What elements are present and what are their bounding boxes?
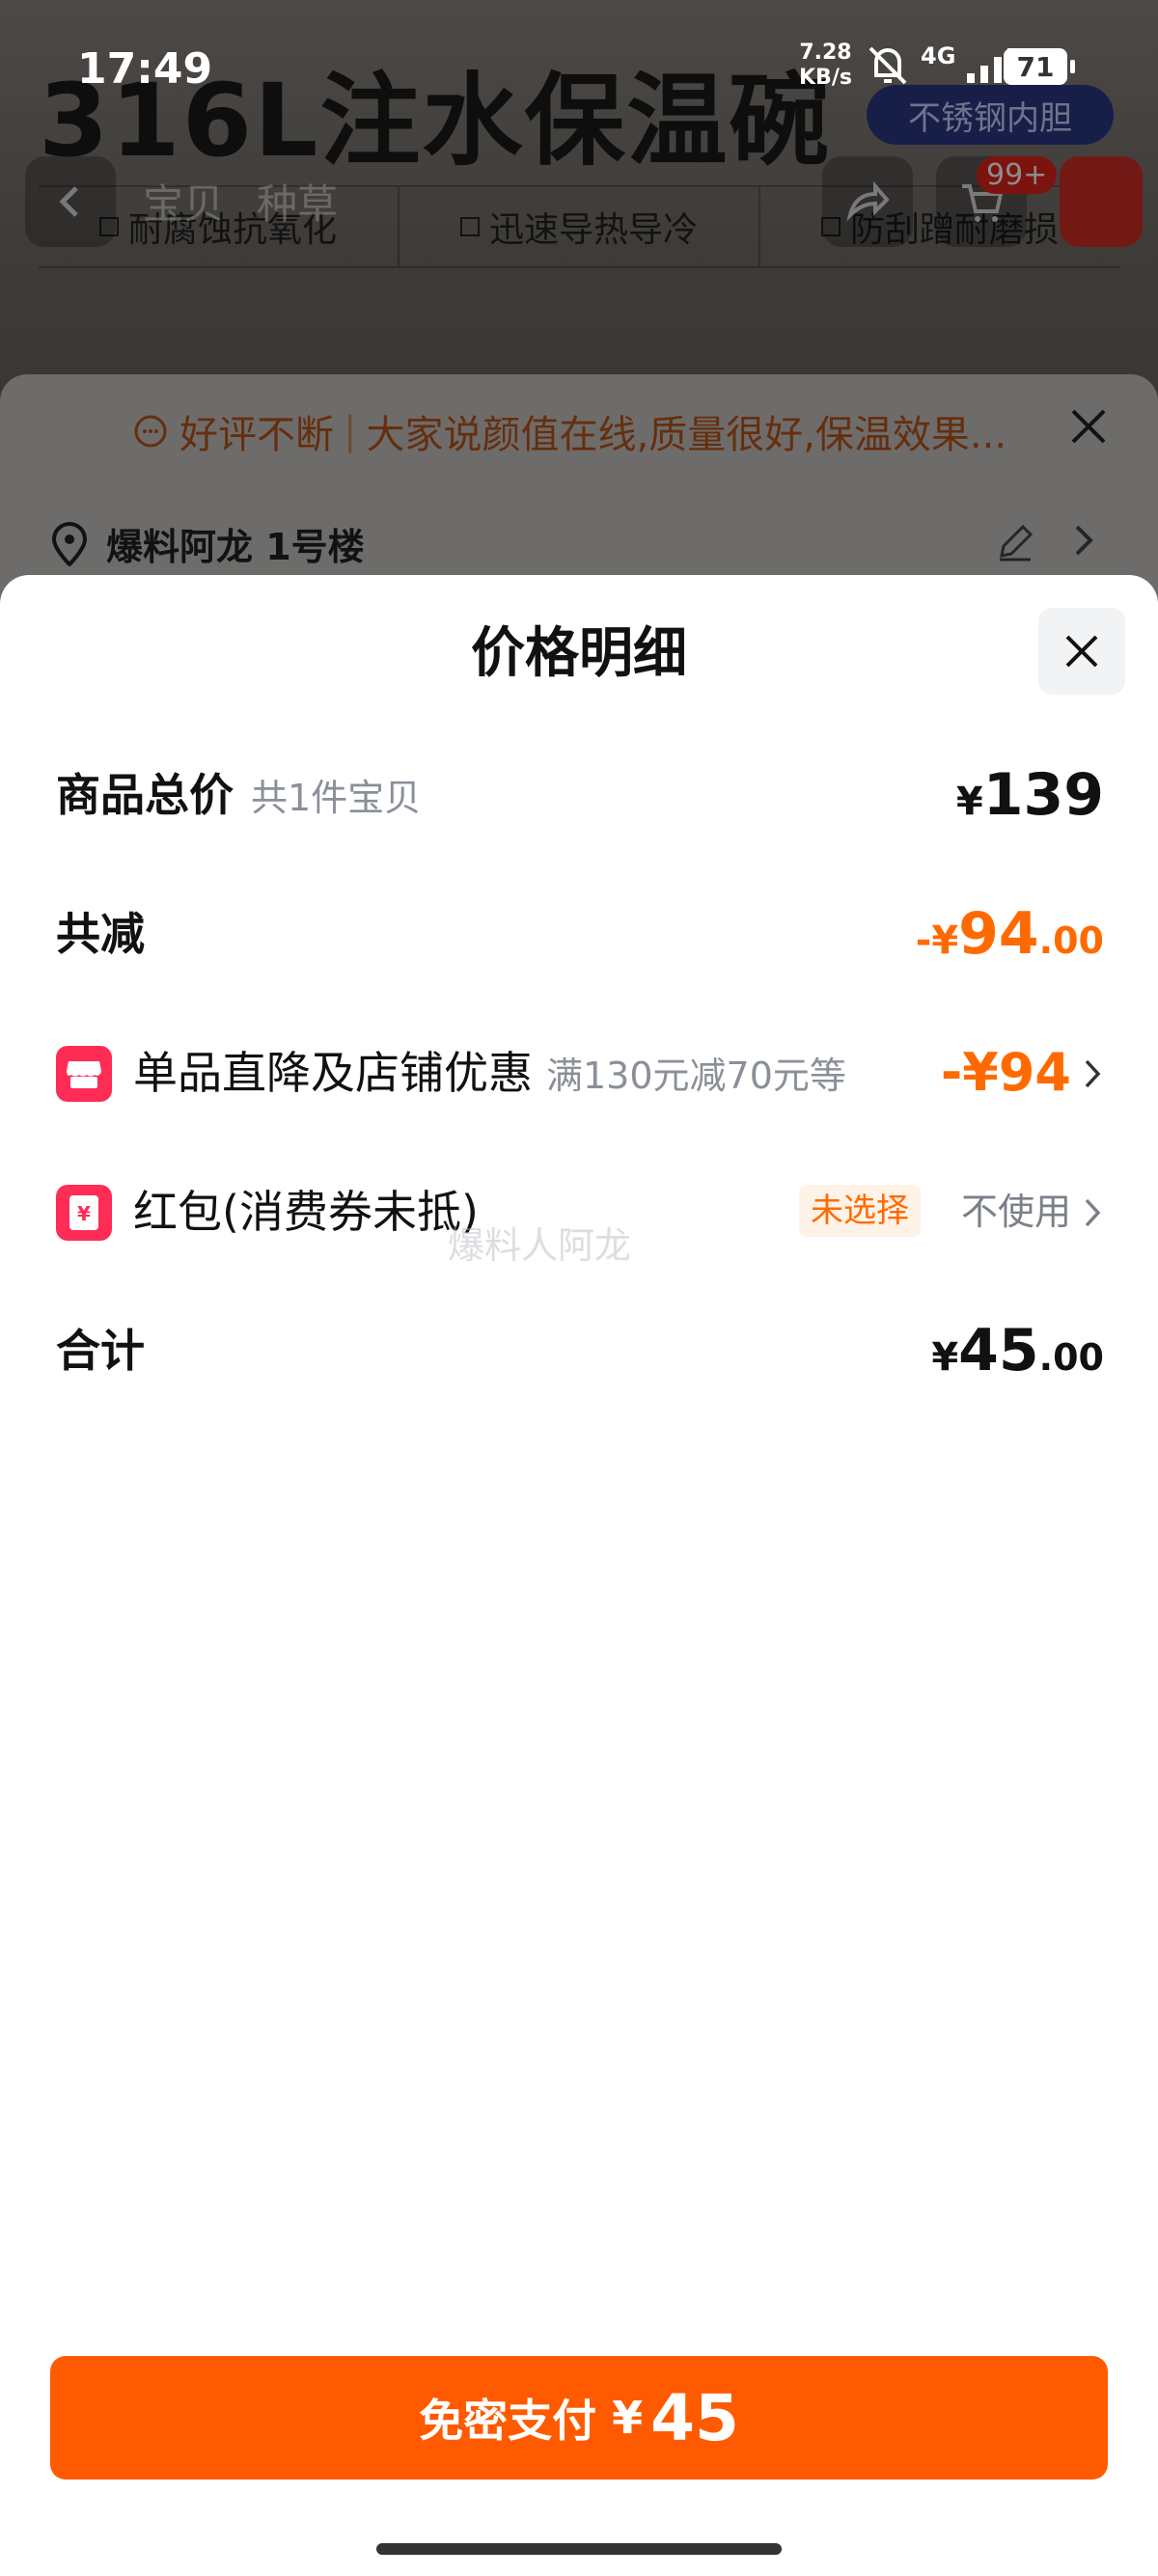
discount-rule: 满130元减70元等 bbox=[546, 1055, 846, 1097]
currency-symbol: ¥ bbox=[931, 918, 959, 963]
total-reduction-row: 共减 -¥94.00 bbox=[56, 895, 1104, 973]
total-reduction-label: 共减 bbox=[56, 908, 145, 960]
currency-symbol: ¥ bbox=[955, 780, 983, 824]
sum-row: 合计 ¥45.00 bbox=[56, 1312, 1104, 1389]
reduction-amount: 94 bbox=[958, 900, 1039, 968]
chevron-right-icon bbox=[1085, 1059, 1101, 1088]
status-time: 17:49 bbox=[77, 44, 213, 94]
chevron-right-icon bbox=[1085, 1198, 1101, 1227]
reduction-decimal: .00 bbox=[1038, 919, 1104, 962]
discount-label: 单品直降及店铺优惠 bbox=[133, 1047, 533, 1099]
currency-symbol: ¥ bbox=[612, 2392, 644, 2444]
close-icon bbox=[1065, 635, 1098, 668]
red-packet-icon: ¥ bbox=[56, 1185, 112, 1241]
shop-icon bbox=[56, 1046, 112, 1102]
watermark: 爆料人阿龙 bbox=[448, 1224, 632, 1267]
total-amount: 139 bbox=[982, 761, 1104, 829]
speed-value: 7.28 bbox=[799, 41, 852, 65]
mute-icon bbox=[868, 46, 907, 85]
discount-label-group: 单品直降及店铺优惠 满130元减70元等 bbox=[133, 1034, 846, 1114]
sum-value: ¥45.00 bbox=[931, 1312, 1104, 1404]
currency-symbol: ¥ bbox=[931, 1335, 959, 1380]
item-count: 共1件宝贝 bbox=[251, 777, 422, 819]
unselected-tag: 未选择 bbox=[799, 1185, 921, 1237]
sheet-title: 价格明细 bbox=[471, 622, 687, 685]
price-detail-sheet: 价格明细 商品总价 共1件宝贝 ¥139 共减 -¥94.00 单品直降及店铺优惠… bbox=[0, 575, 1158, 2576]
sum-amount: 45 bbox=[958, 1317, 1039, 1384]
total-reduction-value: -¥94.00 bbox=[916, 895, 1104, 987]
total-price-value: ¥139 bbox=[956, 756, 1104, 848]
total-price-row: 商品总价 共1件宝贝 ¥139 bbox=[56, 756, 1104, 834]
total-price-label-group: 商品总价 共1件宝贝 bbox=[56, 756, 421, 836]
sum-decimal: .00 bbox=[1038, 1336, 1104, 1379]
battery-indicator: 71 bbox=[1004, 48, 1075, 85]
red-packet-status: 不使用 bbox=[960, 1191, 1071, 1233]
pay-amount: 45 bbox=[650, 2380, 739, 2455]
network-type: 4G bbox=[921, 42, 956, 69]
speed-unit: KB/s bbox=[799, 66, 852, 90]
network-speed: 7.28 KB/s bbox=[799, 41, 852, 91]
close-button[interactable] bbox=[1038, 608, 1125, 695]
discount-amount: -¥94 bbox=[940, 1042, 1071, 1103]
minus-sign: - bbox=[915, 918, 932, 963]
sum-label: 合计 bbox=[56, 1325, 145, 1377]
svg-text:¥: ¥ bbox=[77, 1202, 91, 1225]
discount-row[interactable]: 单品直降及店铺优惠 满130元减70元等 -¥94 bbox=[56, 1034, 1104, 1111]
home-indicator[interactable] bbox=[376, 2543, 782, 2555]
total-price-label: 商品总价 bbox=[56, 769, 234, 821]
pay-button[interactable]: 免密支付 ¥ 45 bbox=[50, 2356, 1108, 2480]
pay-button-label: 免密支付 bbox=[419, 2395, 597, 2447]
status-icons: 4G bbox=[865, 42, 1017, 87]
red-packet-label: 红包(消费券未抵) bbox=[133, 1186, 479, 1238]
discount-value: -¥94 bbox=[941, 1034, 1071, 1124]
